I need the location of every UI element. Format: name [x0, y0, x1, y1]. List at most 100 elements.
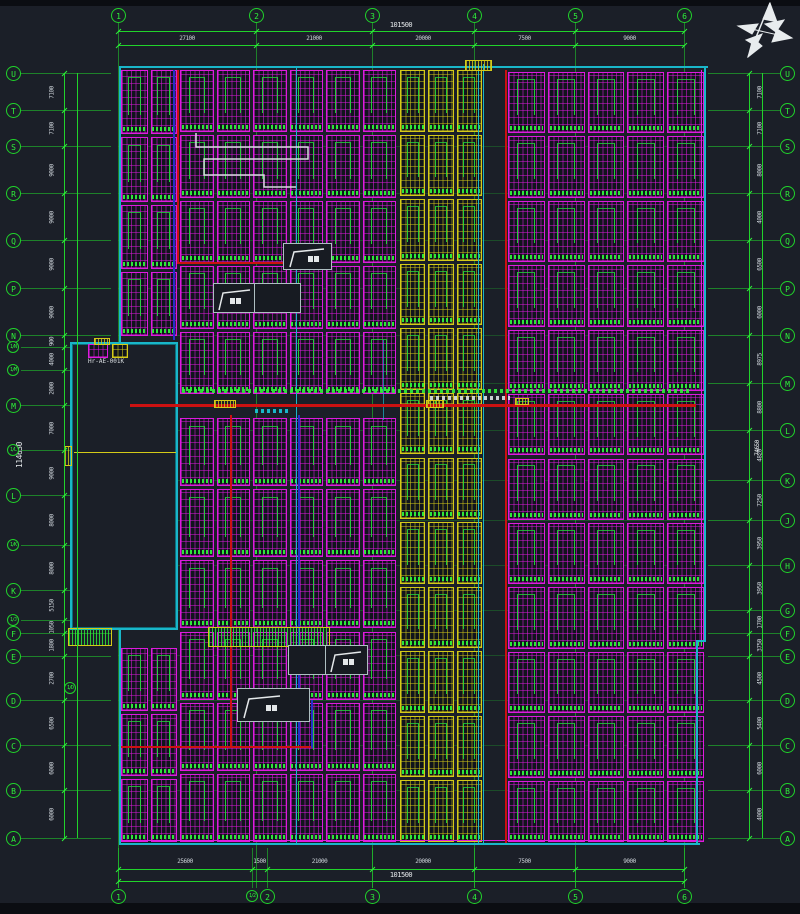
rack-block-yellow-rack-strip[interactable]	[428, 70, 453, 132]
rack-block-yellow-rack-strip[interactable]	[428, 780, 453, 842]
grid-bubble-right-B[interactable]: B	[780, 783, 795, 798]
rack-block-yellow-rack-strip[interactable]	[400, 199, 425, 261]
rack-block-right-hall-racks[interactable]	[627, 587, 664, 648]
rack-block-yellow-rack-strip[interactable]	[400, 716, 425, 778]
rack-block-yellow-rack-strip[interactable]	[400, 780, 425, 842]
grid-bubble-right-A[interactable]: A	[780, 831, 795, 846]
grid-bubble-left-Q[interactable]: Q	[6, 233, 21, 248]
callout-box-3[interactable]	[288, 645, 368, 675]
rack-block-lower-mid-racks[interactable]	[326, 560, 360, 628]
grid-bubble-left-1-L[interactable]: 1/L	[7, 444, 19, 456]
rack-block-right-hall-racks[interactable]	[667, 781, 704, 842]
rack-block-upper-mid-racks[interactable]	[363, 135, 397, 197]
rack-block-right-hall-racks[interactable]	[508, 523, 545, 584]
grid-bubble-left-1-K[interactable]: 1/K	[7, 539, 19, 551]
rack-block-right-hall-racks[interactable]	[588, 716, 625, 777]
grid-bubble-top-3[interactable]: 3	[365, 8, 380, 23]
rack-block-right-hall-racks[interactable]	[588, 330, 625, 391]
rack-block-upper-mid-racks[interactable]	[253, 70, 287, 132]
rack-block-lower-mid-racks[interactable]	[326, 703, 360, 771]
rack-block-lower-mid-racks[interactable]	[180, 489, 214, 557]
grid-bubble-left-L[interactable]: L	[6, 488, 21, 503]
rack-block-yellow-rack-strip[interactable]	[428, 587, 453, 649]
rack-block-lower-mid-racks[interactable]	[217, 489, 251, 557]
rack-block-upper-mid-racks[interactable]	[180, 201, 214, 263]
rack-block-right-hall-racks[interactable]	[508, 716, 545, 777]
rack-block-yellow-rack-strip[interactable]	[428, 328, 453, 390]
grid-bubble-right-K[interactable]: K	[780, 473, 795, 488]
grid-bubble-right-Q[interactable]: Q	[780, 233, 795, 248]
grid-bubble-left-K[interactable]: K	[6, 583, 21, 598]
grid-bubble-left-extra[interactable]: 1/D	[64, 682, 76, 694]
grid-bubble-right-G[interactable]: G	[780, 603, 795, 618]
rack-block-lower-mid-racks[interactable]	[217, 418, 251, 486]
rack-block-right-hall-racks[interactable]	[627, 136, 664, 197]
rack-block-right-hall-racks[interactable]	[548, 72, 585, 133]
rack-block-upper-mid-racks[interactable]	[217, 201, 251, 263]
rack-block-yellow-rack-strip[interactable]	[400, 587, 425, 649]
rack-block-upper-mid-racks[interactable]	[253, 201, 287, 263]
callout-box-4[interactable]	[237, 688, 310, 722]
rack-block-upper-mid-racks[interactable]	[217, 70, 251, 132]
rack-block-right-hall-racks[interactable]	[627, 716, 664, 777]
rack-block-right-hall-racks[interactable]	[667, 136, 704, 197]
callout-box-1[interactable]	[283, 243, 332, 270]
rack-block-right-hall-racks[interactable]	[548, 201, 585, 262]
rack-block-yellow-rack-strip[interactable]	[400, 522, 425, 584]
rack-block-right-hall-racks[interactable]	[588, 781, 625, 842]
grid-bubble-left-E[interactable]: E	[6, 649, 21, 664]
rack-block-upper-mid-racks[interactable]	[326, 266, 360, 328]
grid-bubble-right-R[interactable]: R	[780, 186, 795, 201]
rack-block-lower-mid-racks[interactable]	[217, 560, 251, 628]
grid-bubble-bottom-2[interactable]: 2	[260, 889, 275, 904]
rack-block-lower-left-racks[interactable]	[151, 779, 178, 842]
grid-bubble-top-1[interactable]: 1	[111, 8, 126, 23]
grid-bubble-top-5[interactable]: 5	[568, 8, 583, 23]
grid-bubble-right-P[interactable]: P	[780, 281, 795, 296]
grid-bubble-right-D[interactable]: D	[780, 693, 795, 708]
rack-block-right-hall-racks[interactable]	[627, 265, 664, 326]
rack-block-right-hall-racks[interactable]	[627, 459, 664, 520]
rack-block-lower-mid-racks[interactable]	[363, 560, 397, 628]
rack-block-lower-mid-racks[interactable]	[180, 418, 214, 486]
rack-block-right-hall-racks[interactable]	[548, 781, 585, 842]
rack-block-lower-mid-racks[interactable]	[363, 418, 397, 486]
rack-block-yellow-rack-strip[interactable]	[428, 199, 453, 261]
rack-block-right-hall-racks[interactable]	[548, 265, 585, 326]
rack-block-right-hall-racks[interactable]	[508, 136, 545, 197]
rack-block-yellow-rack-strip[interactable]	[400, 651, 425, 713]
rack-block-lower-left-racks[interactable]	[151, 648, 178, 711]
rack-block-lower-mid-racks[interactable]	[180, 774, 214, 842]
cad-canvas[interactable]: Hr-AE-001K 101500	[0, 0, 800, 914]
rack-block-upper-left-racks[interactable]	[121, 70, 148, 134]
rack-block-right-hall-racks[interactable]	[667, 459, 704, 520]
callout-box-2[interactable]	[213, 283, 301, 313]
rack-block-right-hall-racks[interactable]	[627, 523, 664, 584]
rack-block-lower-mid-racks[interactable]	[253, 418, 287, 486]
rack-block-right-hall-racks[interactable]	[548, 136, 585, 197]
rack-block-lower-mid-racks[interactable]	[290, 560, 324, 628]
grid-bubble-right-H[interactable]: H	[780, 558, 795, 573]
rack-block-upper-mid-racks[interactable]	[290, 70, 324, 132]
rack-block-yellow-rack-strip[interactable]	[428, 135, 453, 197]
grid-bubble-bottom-1-2[interactable]: 1/2	[246, 890, 258, 902]
grid-bubble-right-L[interactable]: L	[780, 423, 795, 438]
rack-block-upper-mid-racks[interactable]	[363, 70, 397, 132]
rack-block-upper-mid-racks[interactable]	[326, 332, 360, 394]
rack-block-right-hall-racks[interactable]	[627, 72, 664, 133]
grid-bubble-bottom-6[interactable]: 6	[677, 889, 692, 904]
rack-block-right-hall-racks[interactable]	[548, 330, 585, 391]
grid-bubble-bottom-5[interactable]: 5	[568, 889, 583, 904]
rack-block-right-hall-racks[interactable]	[508, 72, 545, 133]
grid-bubble-right-C[interactable]: C	[780, 738, 795, 753]
rack-block-right-hall-racks[interactable]	[667, 330, 704, 391]
grid-bubble-right-U[interactable]: U	[780, 66, 795, 81]
rack-block-right-hall-racks[interactable]	[548, 459, 585, 520]
grid-bubble-bottom-1[interactable]: 1	[111, 889, 126, 904]
rack-block-yellow-rack-strip[interactable]	[400, 393, 425, 455]
rack-block-upper-left-racks[interactable]	[121, 137, 148, 201]
annex-room[interactable]: Hr-AE-001K	[70, 342, 178, 630]
rack-block-upper-mid-racks[interactable]	[363, 266, 397, 328]
rack-block-yellow-rack-strip[interactable]	[428, 716, 453, 778]
rack-block-yellow-rack-strip[interactable]	[400, 70, 425, 132]
